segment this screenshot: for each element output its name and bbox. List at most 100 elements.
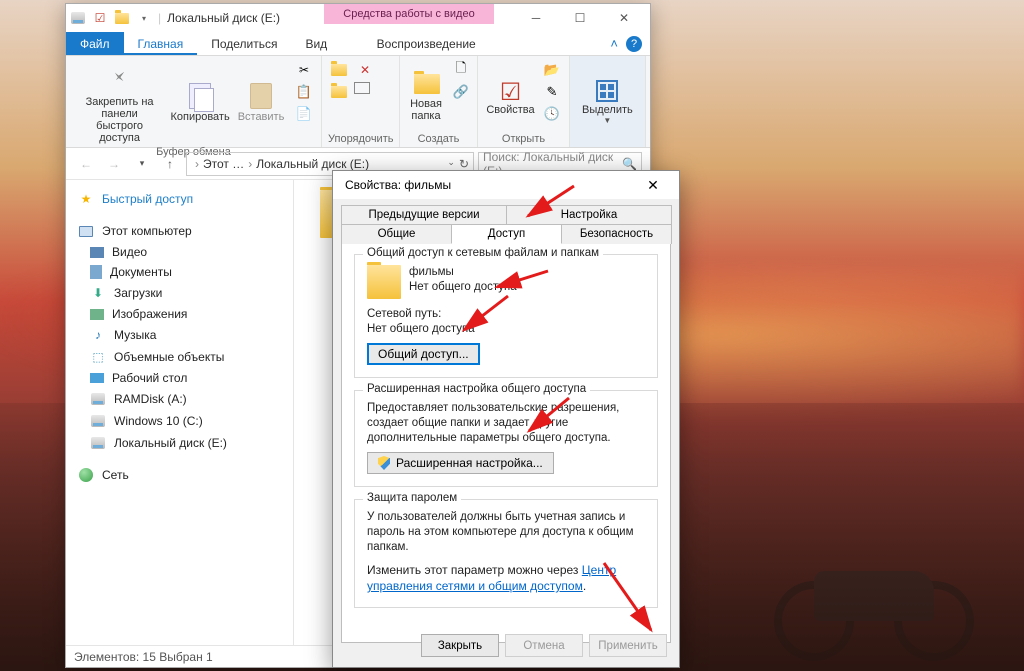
help-icon[interactable]: ? — [626, 36, 642, 52]
group-advanced-sharing: Расширенная настройка общего доступа Пре… — [354, 390, 658, 487]
doc-icon — [90, 265, 102, 279]
tab-panel-sharing: Общий доступ к сетевым файлам и папкам ф… — [341, 243, 671, 643]
qat-properties-icon[interactable]: ☑ — [92, 10, 108, 26]
video-icon — [90, 247, 104, 258]
properties-icon: ☑ — [499, 78, 523, 102]
nav-forward-button[interactable]: → — [102, 152, 126, 176]
download-icon: ⬇ — [90, 285, 106, 301]
minimize-button[interactable]: ─ — [514, 4, 558, 32]
disk-icon — [90, 413, 106, 429]
group-open-label: Открыть — [484, 133, 563, 145]
dialog-titlebar[interactable]: Свойства: фильмы ✕ — [333, 171, 679, 199]
dialog-apply-btn[interactable]: Применить — [589, 634, 667, 657]
image-icon — [90, 309, 104, 320]
ribbon-collapse-icon[interactable]: ˄ — [610, 32, 618, 55]
properties-dialog: Свойства: фильмы ✕ Предыдущие версии Нас… — [332, 170, 680, 668]
nav-item-downloads[interactable]: ⬇Загрузки — [66, 282, 293, 304]
tab-view[interactable]: Вид — [291, 32, 341, 55]
ribbon-new-folder-button[interactable]: Новая папка — [406, 60, 446, 133]
copy-path-icon[interactable]: 📋 — [293, 82, 315, 102]
new-item-icon[interactable]: 🗋 — [450, 60, 472, 80]
disk-icon — [90, 435, 106, 451]
ribbon-copy-button[interactable]: Копировать — [171, 60, 229, 146]
tab-general[interactable]: Общие — [341, 224, 452, 244]
nav-up-button[interactable]: ↑ — [158, 152, 182, 176]
copy-to-icon[interactable] — [328, 82, 350, 102]
nav-history-button[interactable]: ▾ — [130, 152, 154, 176]
ribbon-tabs: Файл Главная Поделиться Вид Воспроизведе… — [66, 32, 650, 56]
rename-icon[interactable] — [354, 82, 370, 94]
share-button[interactable]: Общий доступ... — [367, 343, 480, 365]
star-icon: ★ — [78, 191, 94, 207]
tab-home[interactable]: Главная — [124, 32, 198, 55]
contextual-tab-header: Средства работы с видео — [324, 4, 494, 24]
pc-icon — [78, 223, 94, 239]
crumb-drive[interactable]: Локальный диск (E:) — [256, 157, 369, 171]
qat-dropdown-icon[interactable]: ▾ — [136, 10, 152, 26]
copy-icon — [189, 83, 211, 109]
open-icon[interactable]: 📂 — [541, 60, 563, 80]
tab-playback[interactable]: Воспроизведение — [341, 32, 511, 55]
paste-shortcut-icon[interactable]: 📄 — [293, 104, 315, 124]
nav-item-video[interactable]: Видео — [66, 242, 293, 262]
edit-icon[interactable]: ✎ — [541, 82, 563, 102]
desktop-icon — [90, 373, 104, 383]
music-icon: ♪ — [90, 327, 106, 343]
move-to-icon[interactable] — [328, 60, 350, 80]
nav-item-music[interactable]: ♪Музыка — [66, 324, 293, 346]
shield-icon — [378, 456, 390, 470]
dialog-cancel-btn[interactable]: Отмена — [505, 634, 583, 657]
nav-item-desktop[interactable]: Рабочий стол — [66, 368, 293, 388]
dialog-close-button[interactable]: ✕ — [633, 177, 673, 194]
tab-share[interactable]: Поделиться — [197, 32, 291, 55]
nav-item-local-e[interactable]: Локальный диск (E:) — [66, 432, 293, 454]
group-network-sharing: Общий доступ к сетевым файлам и папкам ф… — [354, 254, 658, 378]
nav-item-3d[interactable]: ⬚Объемные объекты — [66, 346, 293, 368]
dialog-title: Свойства: фильмы — [345, 178, 451, 192]
nav-pane: ★ Быстрый доступ Этот компьютер Видео До… — [66, 180, 294, 645]
pin-icon — [104, 62, 136, 94]
ribbon: Закрепить на панели быстрого доступа Коп… — [66, 56, 650, 148]
cut-icon[interactable]: ✂ — [293, 60, 315, 80]
delete-icon[interactable]: ✕ — [354, 60, 376, 80]
search-icon: 🔍 — [622, 157, 637, 171]
crumb-this-pc[interactable]: Этот … — [203, 157, 244, 171]
nav-item-windows[interactable]: Windows 10 (C:) — [66, 410, 293, 432]
cube-icon: ⬚ — [90, 349, 106, 365]
paste-icon — [250, 83, 272, 109]
ribbon-select-button[interactable]: Выделить ▼ — [576, 60, 639, 145]
tab-security[interactable]: Безопасность — [561, 224, 672, 244]
tab-file[interactable]: Файл — [66, 32, 124, 55]
nav-item-documents[interactable]: Документы — [66, 262, 293, 282]
contextual-tab: Средства работы с видео — [324, 4, 494, 24]
nav-back-button[interactable]: ← — [74, 152, 98, 176]
network-icon — [78, 467, 94, 483]
wallpaper-motorcycle — [774, 531, 974, 661]
maximize-button[interactable]: ☐ — [558, 4, 602, 32]
advanced-sharing-button[interactable]: Расширенная настройка... — [367, 452, 554, 474]
disk-icon — [90, 391, 106, 407]
tab-customize[interactable]: Настройка — [506, 205, 672, 224]
addr-dropdown-icon[interactable]: ⌄ — [447, 157, 455, 171]
nav-item-ramdisk[interactable]: RAMDisk (A:) — [66, 388, 293, 410]
nav-network[interactable]: Сеть — [66, 464, 293, 486]
nav-quick-access[interactable]: ★ Быстрый доступ — [66, 188, 293, 210]
qat-folder-icon[interactable] — [114, 10, 130, 26]
folder-large-icon — [367, 265, 401, 299]
ribbon-pin-button[interactable]: Закрепить на панели быстрого доступа — [72, 60, 167, 146]
dialog-close-btn[interactable]: Закрыть — [421, 634, 499, 657]
addr-refresh-icon[interactable]: ↻ — [459, 157, 469, 171]
select-icon — [596, 80, 618, 102]
ribbon-paste-button[interactable]: Вставить — [233, 60, 289, 146]
tab-sharing[interactable]: Доступ — [451, 224, 562, 244]
group-create-label: Создать — [406, 133, 471, 145]
group-organize-label: Упорядочить — [328, 133, 393, 145]
new-folder-icon — [414, 72, 438, 96]
nav-this-pc[interactable]: Этот компьютер — [66, 220, 293, 242]
close-button[interactable]: ✕ — [602, 4, 646, 32]
tab-previous-versions[interactable]: Предыдущие версии — [341, 205, 507, 224]
ribbon-properties-button[interactable]: ☑ Свойства — [484, 60, 537, 133]
history-icon[interactable]: 🕓 — [541, 104, 563, 124]
easy-access-icon[interactable]: 🔗 — [450, 82, 472, 102]
nav-item-images[interactable]: Изображения — [66, 304, 293, 324]
